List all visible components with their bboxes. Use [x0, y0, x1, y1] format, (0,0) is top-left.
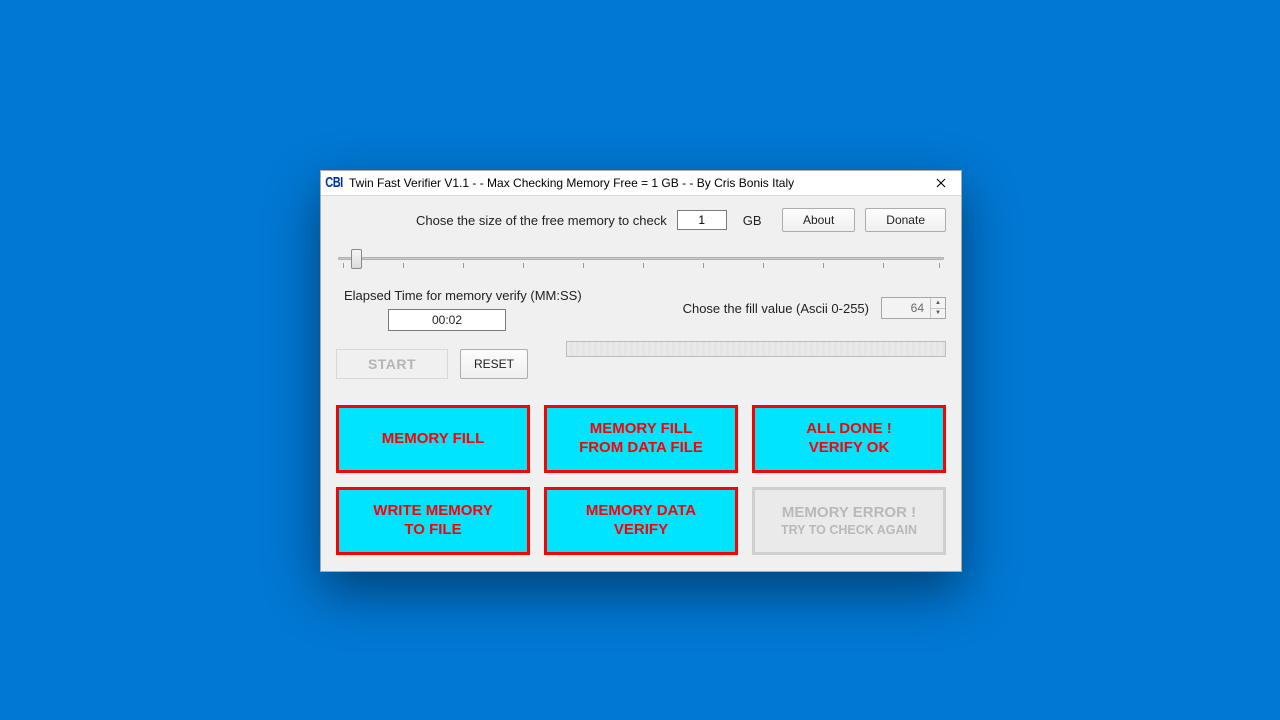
panel-label: TRY TO CHECK AGAIN: [781, 523, 917, 539]
panel-label: VERIFY: [614, 521, 668, 540]
close-icon: [936, 178, 946, 188]
panel-memory-data-verify: MEMORY DATA VERIFY: [544, 487, 738, 555]
panel-memory-fill-from-file: MEMORY FILL FROM DATA FILE: [544, 405, 738, 473]
size-row: Chose the size of the free memory to che…: [336, 208, 946, 232]
about-button[interactable]: About: [782, 208, 855, 232]
close-button[interactable]: [921, 171, 961, 195]
size-slider-wrap: [338, 246, 944, 270]
panel-memory-error: MEMORY ERROR ! TRY TO CHECK AGAIN: [752, 487, 946, 555]
panel-all-done: ALL DONE ! VERIFY OK: [752, 405, 946, 473]
panel-label: ALL DONE !: [806, 420, 892, 439]
panel-label: VERIFY OK: [809, 439, 890, 458]
panel-label: TO FILE: [404, 521, 461, 540]
client-area: Chose the size of the free memory to che…: [321, 196, 961, 571]
panel-label: MEMORY FILL: [590, 420, 693, 439]
window-title: Twin Fast Verifier V1.1 - - Max Checking…: [349, 176, 921, 190]
size-slider[interactable]: [338, 246, 944, 270]
titlebar: CBI Twin Fast Verifier V1.1 - - Max Chec…: [321, 171, 961, 196]
spinner-up-icon[interactable]: ▲: [931, 298, 945, 308]
size-unit: GB: [743, 213, 762, 228]
reset-button[interactable]: RESET: [460, 349, 528, 379]
fill-value-label: Chose the fill value (Ascii 0-255): [683, 301, 869, 316]
panel-label: MEMORY ERROR !: [782, 504, 916, 523]
panel-write-memory-to-file: WRITE MEMORY TO FILE: [336, 487, 530, 555]
panel-label: FROM DATA FILE: [579, 439, 703, 458]
elapsed-value: 00:02: [388, 309, 506, 331]
fill-value-spinner[interactable]: ▲ ▼: [881, 297, 946, 319]
app-window: CBI Twin Fast Verifier V1.1 - - Max Chec…: [320, 170, 962, 572]
size-label: Chose the size of the free memory to che…: [416, 213, 667, 228]
panel-label: MEMORY DATA: [586, 502, 696, 521]
panel-label: WRITE MEMORY: [373, 502, 492, 521]
size-input[interactable]: [677, 210, 727, 230]
fill-value-input[interactable]: [882, 298, 930, 318]
progress-bar: [566, 341, 946, 357]
panel-memory-fill: MEMORY FILL: [336, 405, 530, 473]
status-panels: MEMORY FILL MEMORY FILL FROM DATA FILE A…: [336, 405, 946, 555]
start-button[interactable]: START: [336, 349, 448, 379]
spinner-down-icon[interactable]: ▼: [931, 308, 945, 319]
donate-button[interactable]: Donate: [865, 208, 946, 232]
app-icon: CBI: [325, 175, 343, 191]
fill-value-row: Chose the fill value (Ascii 0-255) ▲ ▼: [683, 297, 946, 319]
panel-label: MEMORY FILL: [382, 430, 485, 449]
